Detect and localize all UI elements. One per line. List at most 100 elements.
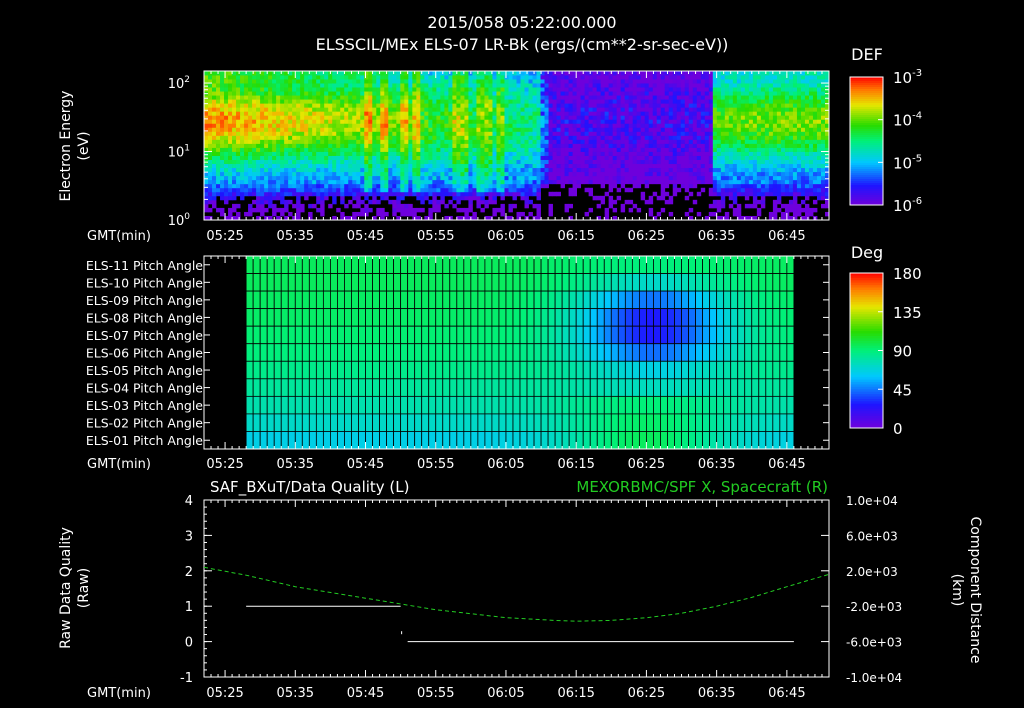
spectrogram-cell [504, 191, 509, 197]
spectrogram-cell [320, 135, 325, 140]
spectrogram-cell [604, 95, 610, 100]
spectrogram-cell [340, 191, 345, 197]
spectrogram-cell [644, 175, 650, 181]
spectrogram-cell [320, 155, 325, 160]
spectrogram-cell [332, 179, 337, 185]
spectrogram-cell [408, 135, 413, 140]
spectrogram-cell [740, 179, 746, 185]
spectrogram-cell [424, 107, 429, 112]
spectrogram-cell [588, 107, 594, 112]
spectrogram-cell [216, 139, 221, 144]
spectrogram-cell [396, 195, 401, 201]
spectrogram-cell [596, 151, 602, 156]
spectrogram-cell [288, 159, 293, 165]
spectrogram-cell [412, 115, 417, 120]
spectrogram-cell [308, 127, 313, 132]
spectrogram-cell [248, 103, 253, 108]
spectrogram-cell [224, 179, 229, 185]
spectrogram-cell [332, 187, 337, 193]
spectrogram-cell [280, 155, 285, 160]
spectrogram-cell [452, 155, 457, 160]
spectrogram-cell [344, 187, 349, 193]
spectrogram-cell [368, 143, 373, 148]
spectrogram-cell [396, 187, 401, 193]
spectrogram-cell [504, 159, 509, 165]
spectrogram-cell [452, 151, 457, 156]
spectrogram-cell [212, 119, 217, 124]
spectrogram-cell [212, 159, 217, 165]
spectrogram-cell [300, 179, 305, 185]
spectrogram-cell [336, 83, 341, 88]
spectrogram-cell [640, 147, 646, 152]
spectrogram-cell [476, 195, 481, 201]
spectrogram-cell [600, 83, 606, 88]
spectrogram-cell [400, 95, 405, 100]
spectrogram-cell [304, 87, 309, 92]
spectrogram-cell [784, 151, 790, 156]
spectrogram-cell [808, 191, 814, 197]
spectrogram-cell [412, 159, 417, 165]
spectrogram-cell [552, 147, 557, 152]
spectrogram-cell [452, 203, 457, 209]
spectrogram-cell [276, 171, 281, 177]
spectrogram-cell [240, 127, 245, 132]
spectrogram-cell [764, 123, 770, 128]
spectrogram-cell [464, 155, 469, 160]
spectrogram-cell [500, 167, 505, 173]
spectrogram-cell [744, 79, 750, 84]
spectrogram-cell [508, 175, 513, 181]
spectrogram-cell [472, 179, 477, 185]
spectrogram-cell [476, 187, 481, 193]
spectrogram-cell [684, 111, 690, 116]
spectrogram-cell [740, 99, 746, 104]
spectrogram-cell [708, 175, 714, 181]
spectrogram-cell [608, 83, 614, 88]
spectrogram-cell [324, 179, 329, 185]
spectrogram-cell [380, 119, 385, 124]
spectrogram-cell [540, 135, 545, 140]
spectrogram-cell [512, 131, 517, 136]
spectrogram-cell [744, 183, 750, 189]
spectrogram-cell [372, 119, 377, 124]
spectrogram-cell [784, 123, 790, 128]
spectrogram-cell [420, 131, 425, 136]
spectrogram-cell [600, 123, 606, 128]
spectrogram-cell [792, 199, 798, 205]
spectrogram-cell [552, 107, 557, 112]
spectrogram-cell [672, 187, 678, 193]
spectrogram-cell [792, 151, 798, 156]
spectrogram-cell [384, 75, 389, 80]
spectrogram-cell [588, 111, 594, 116]
spectrogram-cell [676, 175, 682, 181]
spectrogram-cell [232, 135, 237, 140]
spectrogram-cell [464, 79, 469, 84]
spectrogram-cell [736, 99, 742, 104]
spectrogram-cell [304, 71, 309, 76]
spectrogram-cell [732, 151, 738, 156]
spectrogram-cell [412, 167, 417, 173]
spectrogram-cell [348, 159, 353, 165]
spectrogram-cell [384, 183, 389, 189]
spectrogram-cell [328, 183, 333, 189]
spectrogram-cell [800, 91, 806, 96]
spectrogram-cell [428, 111, 433, 116]
spectrogram-cell [584, 143, 590, 148]
spectrogram-cell [788, 151, 794, 156]
spectrogram-cell [732, 135, 738, 140]
spectrogram-cell [416, 111, 421, 116]
spectrogram-cell [792, 211, 798, 217]
spectrogram-cell [236, 143, 241, 148]
spectrogram-cell [304, 119, 309, 124]
spectrogram-cell [544, 91, 549, 96]
spectrogram-cell [436, 183, 441, 189]
spectrogram-cell [648, 103, 654, 108]
spectrogram-cell [420, 95, 425, 100]
spectrogram-cell [400, 123, 405, 128]
spectrogram-cell [284, 87, 289, 92]
spectrogram-cell [488, 127, 493, 132]
spectrogram-cell [348, 163, 353, 169]
spectrogram-cell [804, 91, 810, 96]
spectrogram-cell [528, 115, 533, 120]
spectrogram-cell [496, 167, 501, 173]
spectrogram-cell [728, 143, 734, 148]
